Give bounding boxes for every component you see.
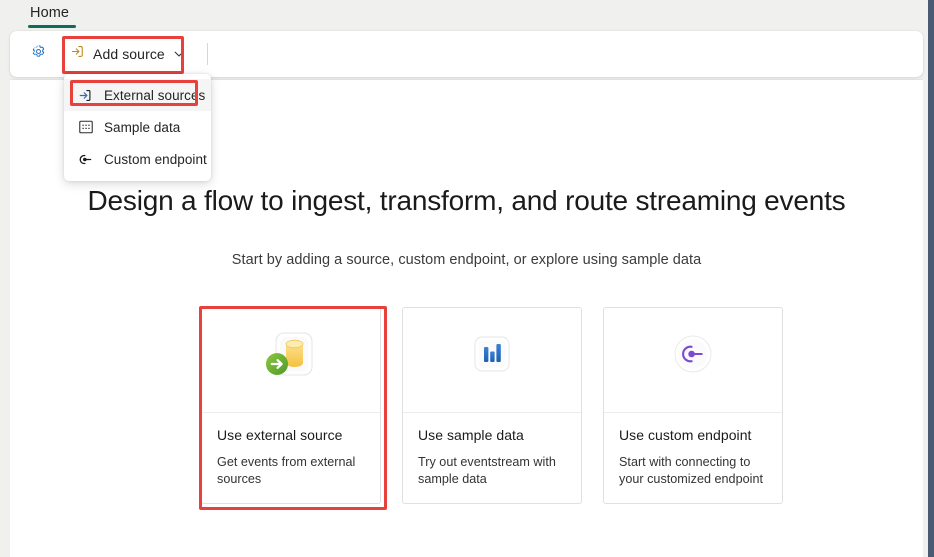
card-body: Use external source Get events from exte… <box>202 413 380 503</box>
database-with-green-arrow-icon <box>258 328 324 393</box>
card-artwork <box>403 308 581 413</box>
window-right-edge <box>928 0 934 557</box>
card-title: Use custom endpoint <box>619 427 752 443</box>
arrow-into-bracket-icon <box>77 87 94 104</box>
menu-item-custom-endpoint-label: Custom endpoint <box>104 151 207 167</box>
add-source-dropdown-menu: External sources Sample data Custom endp… <box>64 74 211 181</box>
dotted-square-icon <box>77 119 94 136</box>
card-title: Use external source <box>217 427 343 443</box>
page-subtitle: Start by adding a source, custom endpoin… <box>231 252 702 268</box>
tab-home-label: Home <box>30 5 70 21</box>
gear-icon <box>30 43 47 65</box>
custom-endpoint-circle-icon <box>662 330 724 391</box>
page-title: Design a flow to ingest, transform, and … <box>87 185 846 216</box>
card-artwork <box>202 308 380 413</box>
eventstream-home-screen: Home Add source External sources Sample … <box>0 0 934 557</box>
menu-item-custom-endpoint[interactable]: Custom endpoint <box>64 143 211 175</box>
source-option-cards: Use external source Get events from exte… <box>201 307 783 504</box>
tab-home-active-indicator <box>28 25 76 28</box>
settings-button[interactable] <box>21 39 55 69</box>
card-use-custom-endpoint[interactable]: Use custom endpoint Start with connectin… <box>603 307 783 504</box>
add-source-button[interactable]: Add source <box>61 37 195 71</box>
card-use-external-source[interactable]: Use external source Get events from exte… <box>201 307 381 504</box>
ribbon-tabstrip: Home <box>0 0 928 31</box>
card-artwork <box>604 308 782 413</box>
card-body: Use custom endpoint Start with connectin… <box>604 413 782 503</box>
bar-chart-icon <box>461 330 523 391</box>
card-body: Use sample data Try out eventstream with… <box>403 413 581 503</box>
menu-item-sample-data-label: Sample data <box>104 119 181 135</box>
card-use-sample-data[interactable]: Use sample data Try out eventstream with… <box>402 307 582 504</box>
card-description: Try out eventstream with sample data <box>418 455 556 486</box>
menu-item-external-sources-label: External sources <box>104 87 206 103</box>
card-description: Start with connecting to your customized… <box>619 455 763 486</box>
menu-item-sample-data[interactable]: Sample data <box>64 111 211 143</box>
add-source-menu-wrap: Add source <box>61 37 195 71</box>
card-description: Get events from external sources <box>217 455 356 486</box>
tab-home[interactable]: Home <box>20 3 79 31</box>
arrow-into-bracket-icon <box>69 43 86 65</box>
chevron-down-icon <box>172 47 186 61</box>
custom-endpoint-icon <box>77 151 94 168</box>
add-source-label: Add source <box>93 46 165 62</box>
command-toolbar: Add source <box>10 31 923 77</box>
toolbar-divider <box>206 43 208 65</box>
card-title: Use sample data <box>418 427 524 443</box>
menu-item-external-sources[interactable]: External sources <box>64 79 211 111</box>
